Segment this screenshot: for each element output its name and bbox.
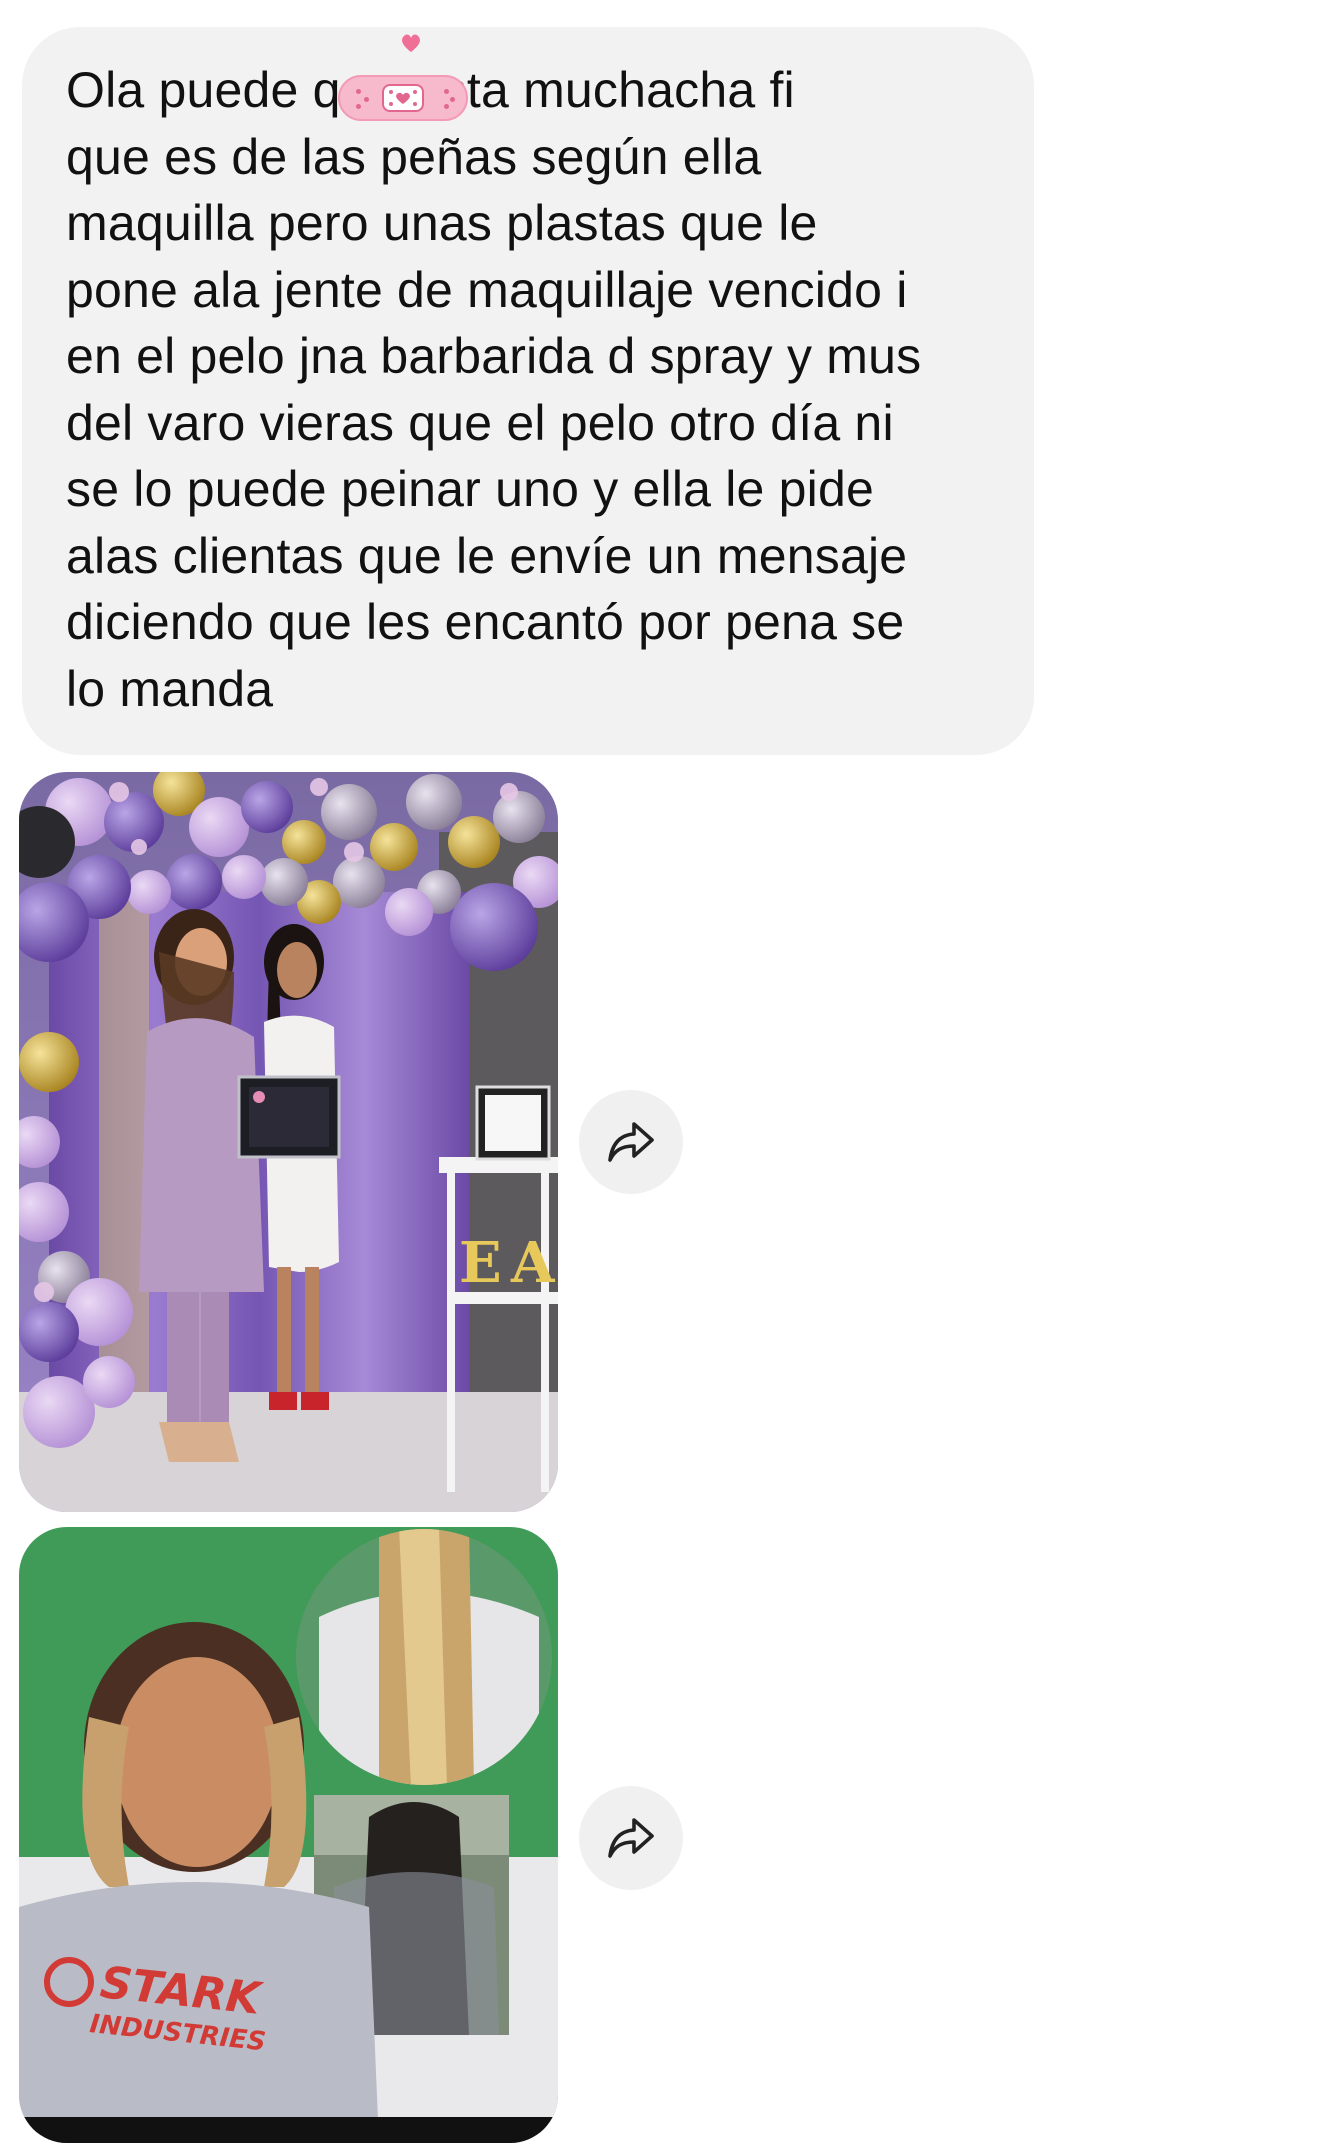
svg-text:A: A (510, 1230, 556, 1296)
message-line: en el pelo jna barbarida d spray y mus (66, 328, 922, 384)
share-arrow-icon (608, 1122, 654, 1162)
message-line: se lo puede peinar uno y ella le pide (66, 461, 874, 517)
message-text: Ola puede q ar esta muchacha fi que es d… (66, 57, 994, 722)
bandage-heart-sticker-icon (338, 75, 468, 121)
share-button[interactable] (579, 1090, 683, 1194)
share-button[interactable] (579, 1786, 683, 1890)
message-line: del varo vieras que el pelo otro día ni (66, 394, 894, 451)
heart-icon (402, 34, 420, 52)
message-bubble[interactable]: Ola puede q ar esta muchacha fi que es d… (22, 27, 1034, 755)
share-arrow-icon (608, 1818, 654, 1858)
message-line: diciendo que les encantó por pena se (66, 594, 905, 650)
message-line: pone ala jente de maquillaje vencido i (66, 261, 908, 318)
hair-photo: STARK INDUSTRIES (19, 1527, 558, 2143)
photo-attachment-2[interactable]: STARK INDUSTRIES (19, 1527, 558, 2143)
photo-attachment-1[interactable]: E A (19, 772, 558, 1512)
message-line: que es de las peñas según ella (66, 128, 762, 185)
message-line: lo manda (66, 660, 274, 717)
event-photo: E A (19, 772, 558, 1512)
message-line: maquilla pero unas plastas que le (66, 195, 818, 251)
svg-text:E: E (459, 1230, 502, 1296)
message-line: alas clientas que le envíe un mensaje (66, 527, 908, 584)
